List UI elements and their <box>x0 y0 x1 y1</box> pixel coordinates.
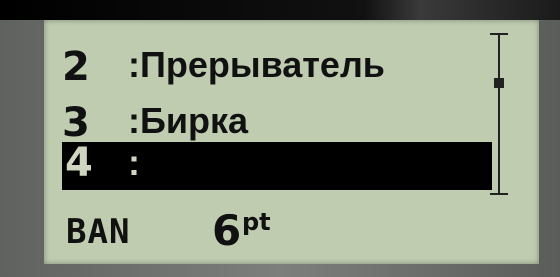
font-size-unit: pt <box>242 208 271 236</box>
lcd-screen: 2 :Прерыватель 3 :Бирка 4 : BAN 6 pt <box>44 20 539 264</box>
scrollbar-bottom-cap <box>490 193 508 195</box>
menu-item-4-selected[interactable]: 4 : <box>62 140 492 190</box>
menu-item-number: 4 <box>65 140 93 186</box>
menu-item-label: :Прерыватель <box>128 44 385 85</box>
font-size-value: 6 <box>212 206 242 255</box>
menu-item-label: :Бирка <box>128 100 249 141</box>
device-bezel-top <box>0 0 560 20</box>
menu-item-number: 2 <box>62 44 90 90</box>
menu-item-label: : <box>128 142 140 183</box>
scrollbar-track[interactable] <box>498 34 500 194</box>
mode-indicator: BAN <box>66 212 131 252</box>
scrollbar-thumb[interactable] <box>494 78 504 88</box>
